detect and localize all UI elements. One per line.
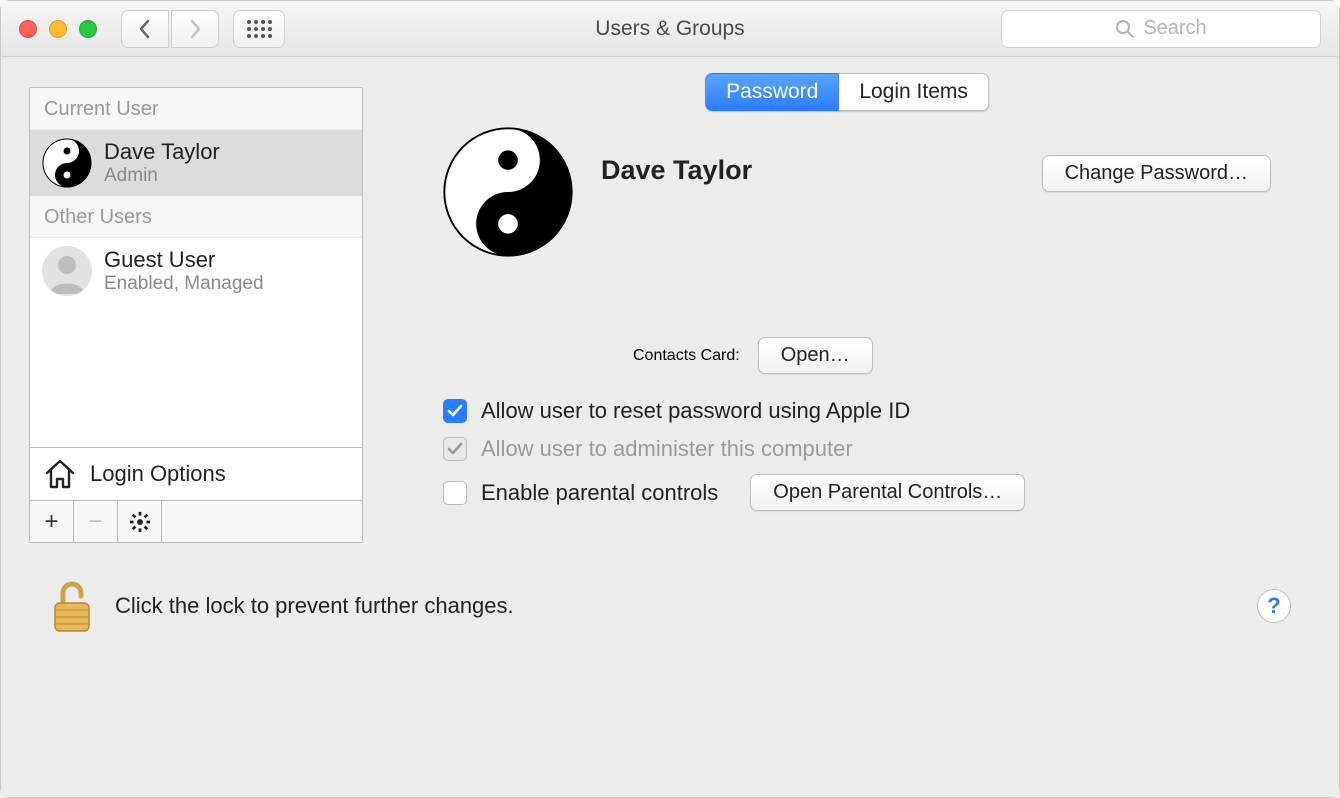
detail-body: Dave Taylor Change Password… Contacts Ca… (383, 87, 1311, 543)
window-title: Users & Groups (595, 17, 744, 41)
user-name: Dave Taylor (104, 139, 220, 165)
user-name: Guest User (104, 247, 264, 273)
sidebar: Current User Dave Taylor Admin (29, 87, 363, 543)
chevron-right-icon (188, 19, 202, 39)
show-all-button[interactable] (233, 10, 285, 48)
lock-icon[interactable] (49, 577, 95, 635)
home-icon (42, 456, 78, 492)
help-button[interactable]: ? (1257, 589, 1291, 623)
checkbox-allow-admin (443, 437, 467, 461)
detail-user-name: Dave Taylor (601, 155, 752, 186)
add-user-button[interactable]: + (30, 501, 74, 542)
row-parental: Enable parental controls Open Parental C… (443, 474, 1271, 511)
label-allow-reset: Allow user to reset password using Apple… (481, 398, 910, 424)
login-options-label: Login Options (90, 461, 226, 487)
avatar-yinyang-small (42, 138, 92, 188)
traffic-lights (19, 20, 97, 38)
tabs: Password Login Items (705, 73, 989, 111)
section-other-users: Other Users (30, 196, 362, 238)
user-text: Guest User Enabled, Managed (104, 247, 264, 295)
user-header: Dave Taylor Change Password… (443, 127, 1271, 257)
remove-user-button[interactable]: − (74, 501, 118, 542)
titlebar: Users & Groups Search (1, 1, 1339, 57)
gear-icon (129, 511, 151, 533)
checkbox-allow-reset[interactable] (443, 399, 467, 423)
forward-button[interactable] (171, 10, 219, 48)
avatar-large[interactable] (443, 127, 573, 257)
contacts-row: Contacts Card: Open… (633, 337, 1271, 374)
sidebar-user-guest[interactable]: Guest User Enabled, Managed (30, 238, 362, 304)
user-status: Enabled, Managed (104, 273, 264, 295)
label-allow-admin: Allow user to administer this computer (481, 436, 853, 462)
nav-buttons (121, 10, 219, 48)
sidebar-user-current[interactable]: Dave Taylor Admin (30, 130, 362, 196)
sidebar-controls-filler (162, 501, 362, 542)
search-placeholder: Search (1143, 17, 1206, 40)
grid-icon (247, 20, 272, 38)
sidebar-spacer (30, 304, 362, 447)
back-button[interactable] (121, 10, 169, 48)
close-window-button[interactable] (19, 20, 37, 38)
tab-password[interactable]: Password (705, 73, 839, 111)
footer: Click the lock to prevent further change… (29, 567, 1311, 655)
main-row: Current User Dave Taylor Admin (29, 87, 1311, 543)
sidebar-controls: + − (30, 500, 362, 542)
chevron-left-icon (138, 19, 152, 39)
tab-login-items[interactable]: Login Items (839, 73, 989, 111)
search-icon (1115, 19, 1135, 39)
preferences-window: Users & Groups Search Current User (0, 0, 1340, 798)
row-allow-admin: Allow user to administer this computer (443, 436, 1271, 462)
label-parental: Enable parental controls (481, 480, 718, 506)
search-wrap: Search (1001, 10, 1321, 48)
search-input[interactable]: Search (1001, 10, 1321, 48)
sidebar-actions-menu[interactable] (118, 501, 162, 542)
section-current-user: Current User (30, 88, 362, 130)
footer-text: Click the lock to prevent further change… (115, 593, 514, 619)
row-allow-reset: Allow user to reset password using Apple… (443, 398, 1271, 424)
contacts-open-button[interactable]: Open… (758, 337, 873, 374)
checkbox-parental[interactable] (443, 481, 467, 505)
user-role: Admin (104, 165, 220, 187)
content: Current User Dave Taylor Admin (1, 57, 1339, 797)
contacts-card-label: Contacts Card: (633, 347, 740, 365)
change-password-button[interactable]: Change Password… (1042, 155, 1271, 192)
minimize-window-button[interactable] (49, 20, 67, 38)
open-parental-button[interactable]: Open Parental Controls… (750, 474, 1025, 511)
login-options-button[interactable]: Login Options (30, 447, 362, 500)
avatar-silhouette (42, 246, 92, 296)
user-text: Dave Taylor Admin (104, 139, 220, 187)
detail-panel: Password Login Items Dave (383, 87, 1311, 543)
zoom-window-button[interactable] (79, 20, 97, 38)
